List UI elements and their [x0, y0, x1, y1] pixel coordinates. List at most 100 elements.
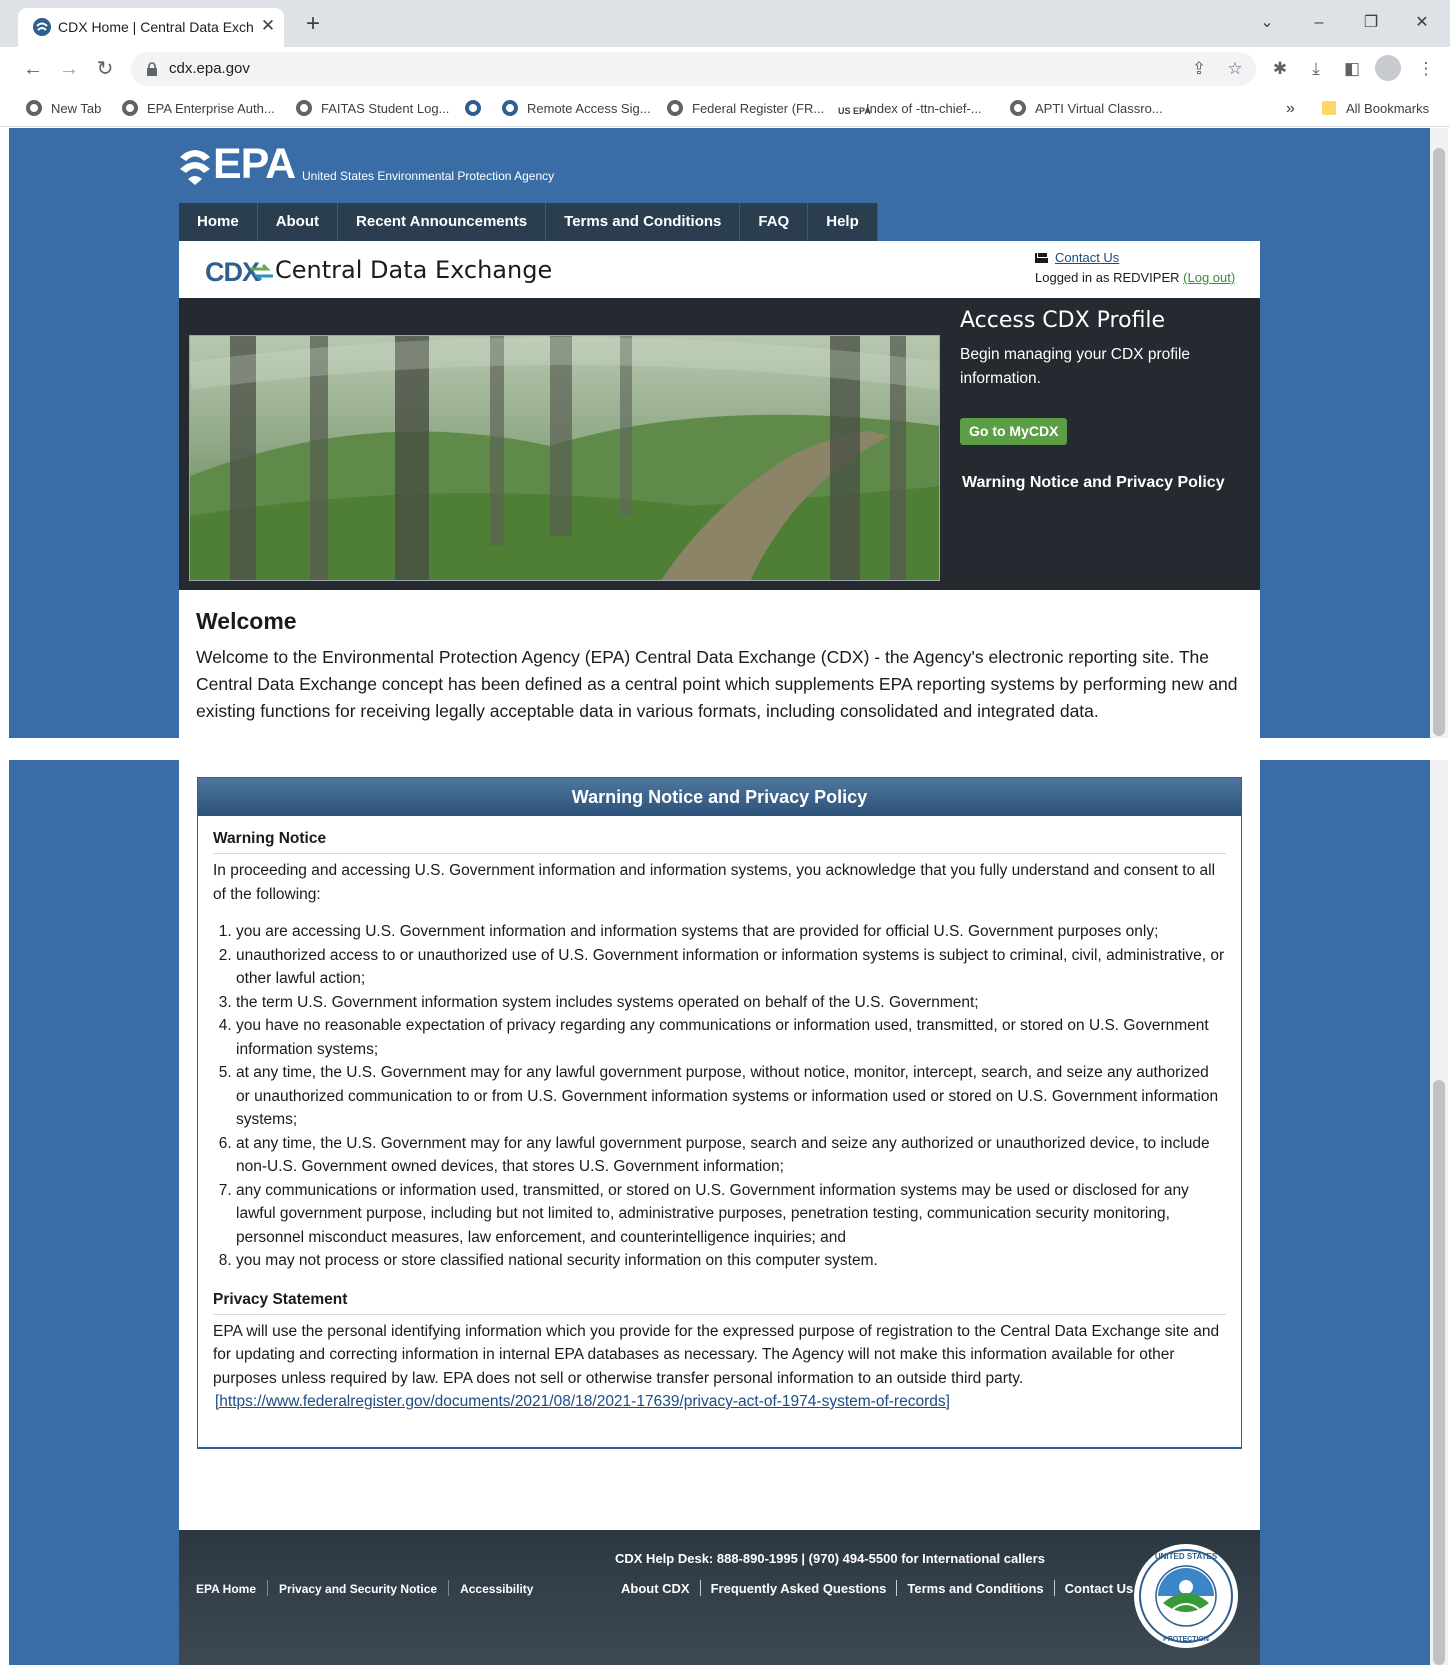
logged-in-text: Logged in as REDVIPER	[1035, 270, 1180, 285]
share-icon[interactable]: ⇪	[1188, 58, 1210, 80]
epa-icon	[502, 100, 518, 116]
tab-strip: CDX Home | Central Data Exchan ✕ + ⌄ – ❐…	[0, 0, 1450, 47]
nav-recent-announcements[interactable]: Recent Announcements	[338, 203, 547, 241]
globe-icon	[667, 100, 683, 116]
list-item: you have no reasonable expectation of pr…	[236, 1014, 1226, 1061]
address-bar[interactable]: cdx.epa.gov ⇪ ☆	[131, 52, 1256, 86]
close-tab-icon[interactable]: ✕	[258, 16, 278, 36]
privacy-statement-title: Privacy Statement	[213, 1291, 1226, 1315]
nav-home[interactable]: Home	[179, 203, 258, 241]
footer-divider	[1053, 1580, 1055, 1596]
all-bookmarks[interactable]: All Bookmarks	[1322, 99, 1429, 119]
epa-seal-icon[interactable]: UNITED STATES PROTECTION	[1133, 1543, 1239, 1649]
bookmark-epa-logo[interactable]	[465, 99, 490, 119]
minimize-icon[interactable]: –	[1297, 8, 1341, 38]
privacy-statement-text: EPA will use the personal identifying in…	[213, 1322, 1220, 1387]
contact-us-link[interactable]: Contact Us	[1055, 250, 1119, 265]
privacy-act-link[interactable]: [https://www.federalregister.gov/documen…	[215, 1390, 1226, 1414]
footer-privacy-link[interactable]: Privacy and Security Notice	[279, 1582, 437, 1596]
warning-notice-link[interactable]: Warning Notice and Privacy Policy	[962, 474, 1225, 492]
nav-about[interactable]: About	[258, 203, 339, 241]
new-tab-icon[interactable]: +	[300, 12, 326, 38]
list-item: you are accessing U.S. Government inform…	[236, 920, 1226, 944]
epa-favicon-icon	[33, 18, 51, 36]
warning-privacy-panel: Warning Notice and Privacy Policy Warnin…	[197, 777, 1242, 1449]
cdx-header: CDX Central Data Exchange Contact Us Log…	[179, 241, 1260, 298]
list-item: you may not process or store classified …	[236, 1249, 1226, 1273]
nav-help[interactable]: Help	[808, 203, 878, 241]
footer-divider	[699, 1580, 701, 1596]
list-item: at any time, the U.S. Government may for…	[236, 1132, 1226, 1179]
close-window-icon[interactable]: ✕	[1400, 8, 1444, 38]
globe-icon	[122, 100, 138, 116]
envelope-icon	[1035, 253, 1048, 263]
globe-icon	[26, 100, 42, 116]
warning-notice-list: you are accessing U.S. Government inform…	[236, 920, 1226, 1273]
extensions-icon[interactable]: ✱	[1268, 57, 1292, 81]
browser-menu-icon[interactable]: ⋮	[1414, 57, 1438, 81]
svg-text:PROTECTION: PROTECTION	[1163, 1636, 1209, 1643]
bookmark-federal-register[interactable]: Federal Register (FR...	[667, 99, 824, 119]
warning-notice-intro: In proceeding and accessing U.S. Governm…	[213, 862, 1216, 903]
bookmark-ttn-chief[interactable]: US EPAIndex of -ttn-chief-...	[838, 99, 982, 119]
list-item: unauthorized access to or unauthorized u…	[236, 944, 1226, 991]
browser-tab[interactable]: CDX Home | Central Data Exchan ✕	[18, 8, 284, 47]
welcome-title: Welcome	[196, 608, 297, 634]
scrollbar-thumb-bottom[interactable]	[1433, 1080, 1445, 1665]
bookmark-epa-auth[interactable]: EPA Enterprise Auth...	[122, 99, 275, 119]
footer-right-links: About CDX Frequently Asked Questions Terms…	[621, 1580, 1133, 1596]
footer-divider	[267, 1580, 269, 1596]
footer-contact-link[interactable]: Contact Us	[1065, 1581, 1134, 1596]
bookmark-faitas[interactable]: FAITAS Student Log...	[296, 99, 449, 119]
help-desk-info: CDX Help Desk: 888-890-1995 | (970) 494-…	[615, 1551, 1045, 1566]
epa-flower-logo-icon	[180, 150, 210, 185]
footer-accessibility-link[interactable]: Accessibility	[460, 1582, 533, 1596]
footer-terms-link[interactable]: Terms and Conditions	[907, 1581, 1043, 1596]
nav-terms-and-conditions[interactable]: Terms and Conditions	[546, 203, 741, 241]
agency-name: United States Environmental Protection A…	[302, 169, 555, 183]
forward-icon[interactable]: →	[54, 54, 84, 84]
bookmarks-bar: New Tab EPA Enterprise Auth... FAITAS St…	[0, 91, 1450, 127]
epa-icon	[465, 100, 481, 116]
side-panel-icon[interactable]: ◧	[1340, 57, 1364, 81]
url-text: cdx.epa.gov	[169, 60, 250, 77]
bookmark-star-icon[interactable]: ☆	[1224, 58, 1246, 80]
hero-banner: Access CDX Profile Begin managing your C…	[179, 298, 1260, 590]
scrollbar-thumb-top[interactable]	[1433, 148, 1445, 736]
forest-path-image	[189, 335, 940, 581]
browser-toolbar: ← → ↻ cdx.epa.gov ⇪ ☆ ✱ ⤓ ◧ ⋮	[0, 47, 1450, 91]
main-content-lower: Warning Notice and Privacy Policy Warnin…	[179, 760, 1260, 1530]
cdx-arrows-icon	[251, 263, 273, 282]
footer-divider	[448, 1580, 450, 1596]
logout-link[interactable]: (Log out)	[1183, 270, 1235, 285]
site-footer: EPA Home Privacy and Security Notice Acces…	[179, 1530, 1260, 1665]
bookmark-remote-access[interactable]: Remote Access Sig...	[502, 99, 651, 119]
download-icon[interactable]: ⤓	[1304, 57, 1328, 81]
bookmark-apti[interactable]: APTI Virtual Classro...	[1010, 99, 1163, 119]
reload-icon[interactable]: ↻	[90, 54, 120, 84]
footer-divider	[896, 1580, 898, 1596]
forest-illustration	[190, 336, 939, 580]
bookmark-new-tab[interactable]: New Tab	[26, 99, 101, 119]
list-item: the term U.S. Government information sys…	[236, 991, 1226, 1015]
folder-icon	[1322, 101, 1336, 115]
tab-search-icon[interactable]: ⌄	[1245, 8, 1289, 38]
footer-faq-link[interactable]: Frequently Asked Questions	[711, 1581, 887, 1596]
nav-faq[interactable]: FAQ	[740, 203, 809, 241]
restore-icon[interactable]: ❐	[1349, 8, 1393, 38]
footer-about-cdx-link[interactable]: About CDX	[621, 1581, 690, 1596]
go-to-mycdx-button[interactable]: Go to MyCDX	[960, 418, 1068, 445]
tab-title: CDX Home | Central Data Exchan	[58, 19, 253, 35]
back-icon[interactable]: ←	[18, 54, 48, 84]
footer-epa-home-link[interactable]: EPA Home	[196, 1582, 256, 1596]
bookmarks-overflow-icon[interactable]: »	[1286, 99, 1295, 119]
globe-icon	[296, 100, 312, 116]
list-item: any communications or information used, …	[236, 1179, 1226, 1250]
epa-wordmark[interactable]: EPA	[213, 140, 296, 189]
welcome-text: Welcome to the Environmental Protection …	[196, 647, 1238, 721]
list-item: at any time, the U.S. Government may for…	[236, 1061, 1226, 1132]
access-cdx-profile-title: Access CDX Profile	[960, 308, 1166, 333]
cdx-title: Central Data Exchange	[275, 256, 553, 284]
access-cdx-profile-text: Begin managing your CDX profile informat…	[960, 346, 1191, 387]
profile-avatar-icon[interactable]	[1375, 55, 1401, 81]
